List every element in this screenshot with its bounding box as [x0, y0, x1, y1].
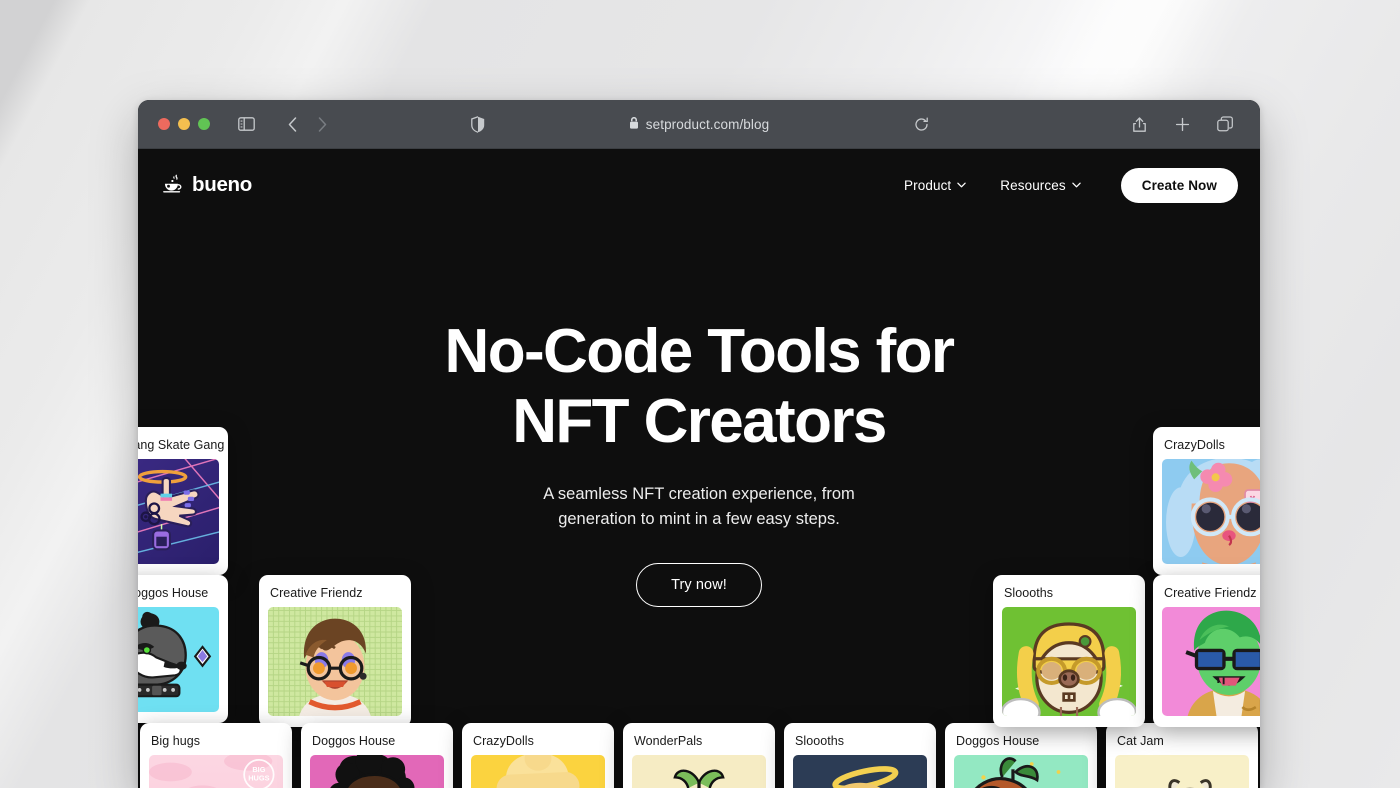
site-navigation: Product Resources Create Now [904, 167, 1238, 203]
hero-title-line-2: NFT Creators [512, 387, 887, 457]
url-bar[interactable]: setproduct.com/blog [138, 100, 1260, 148]
shield-icon[interactable] [465, 111, 491, 137]
nft-card[interactable]: Sloooths [784, 723, 936, 788]
coffee-cup-icon [162, 174, 184, 196]
back-arrow-icon[interactable] [279, 111, 305, 137]
nft-card-artwork [632, 755, 766, 788]
site-logo[interactable]: bueno [162, 173, 252, 197]
nft-card-title: Big hugs [151, 734, 201, 748]
site-header: bueno Product Resources Create Now [138, 149, 1260, 221]
nft-card-title: Sloooths [795, 734, 845, 748]
sidebar-toggle-icon[interactable] [233, 111, 259, 137]
nft-card[interactable]: Doggos House [301, 723, 453, 788]
hero-section: No-Code Tools for NFT Creators A seamles… [138, 221, 1260, 607]
chevron-down-icon [957, 182, 967, 188]
create-now-button[interactable]: Create Now [1120, 167, 1238, 203]
nft-card-title: Cat Jam [1117, 734, 1164, 748]
nft-card-title: WonderPals [634, 734, 703, 748]
nft-card-artwork: BIG HUGS [149, 755, 283, 788]
nft-card[interactable]: Big hugs BIG HUGS [140, 723, 292, 788]
page-title: No-Code Tools for NFT Creators [138, 317, 1260, 457]
nft-card-artwork [1162, 607, 1260, 716]
nft-card-artwork [1115, 755, 1249, 788]
share-icon[interactable] [1126, 111, 1152, 137]
browser-window: setproduct.com/blog bueno Product Resour… [138, 100, 1260, 788]
forward-arrow-icon[interactable] [309, 111, 335, 137]
zoom-window-button[interactable] [198, 118, 210, 130]
nft-card-artwork [954, 755, 1088, 788]
webpage-viewport: bueno Product Resources Create Now No-Co… [138, 149, 1260, 788]
logo-text: bueno [192, 173, 252, 196]
url-text: setproduct.com/blog [645, 116, 770, 132]
nft-card-title: CrazyDolls [473, 734, 534, 748]
nft-card[interactable]: WonderPals [623, 723, 775, 788]
svg-text:HUGS: HUGS [248, 774, 269, 783]
nav-item-resources[interactable]: Resources [1000, 177, 1081, 193]
nft-card-artwork [793, 755, 927, 788]
nav-item-product[interactable]: Product [904, 177, 967, 193]
window-traffic-lights [158, 118, 210, 130]
svg-text:BIG: BIG [252, 765, 265, 774]
nft-card[interactable]: Doggos House [945, 723, 1097, 788]
nft-card-title: Doggos House [956, 734, 1040, 748]
nft-card[interactable]: CrazyDolls [462, 723, 614, 788]
hero-title-line-1: No-Code Tools for [444, 317, 956, 386]
lock-icon [629, 116, 639, 132]
close-window-button[interactable] [158, 118, 170, 130]
browser-toolbar: setproduct.com/blog [138, 100, 1260, 149]
try-now-button[interactable]: Try now! [636, 562, 762, 607]
minimize-window-button[interactable] [178, 118, 190, 130]
plus-icon[interactable] [1169, 111, 1195, 137]
nft-card-artwork [310, 755, 444, 788]
hero-subtitle-line-2: generation to mint in a few easy steps. [558, 509, 840, 528]
hero-subtitle: A seamless NFT creation experience, from… [138, 482, 1260, 532]
nft-card-artwork [138, 607, 219, 712]
nft-card-artwork [268, 607, 402, 716]
nft-card-artwork [1002, 607, 1136, 716]
chevron-down-icon [1071, 182, 1081, 188]
reload-icon[interactable] [908, 111, 934, 137]
tabs-overview-icon[interactable] [1212, 111, 1238, 137]
nft-card[interactable]: Cat Jam [1106, 723, 1258, 788]
hero-subtitle-line-1: A seamless NFT creation experience, from [543, 485, 855, 504]
nft-card-artwork [471, 755, 605, 788]
nav-item-product-label: Product [904, 177, 952, 193]
nft-card-title: Doggos House [312, 734, 396, 748]
toolbar-right-actions [1126, 111, 1238, 137]
nav-item-resources-label: Resources [1000, 177, 1066, 193]
